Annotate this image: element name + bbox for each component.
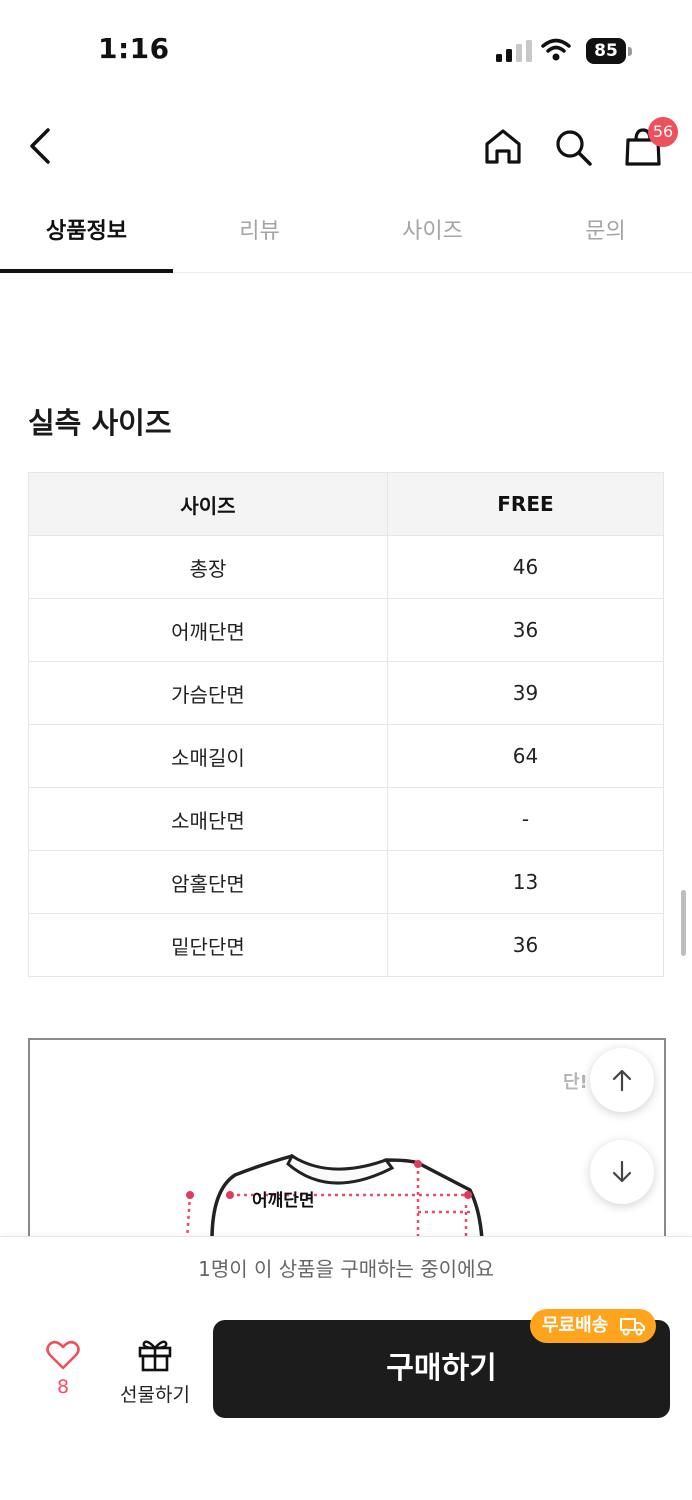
cellular-signal-icon [496,40,532,62]
back-icon[interactable] [26,126,56,166]
table-cell-measure: 어깨단면 [28,598,388,662]
table-cell-measure: 가슴단면 [28,661,388,725]
table-header-row: 사이즈 FREE [28,472,665,536]
table-row: 소매길이 64 [28,724,665,788]
free-shipping-label: 무료배송 [542,1315,609,1336]
tab-size[interactable]: 사이즈 [346,200,519,272]
table-row: 소매단면 - [28,787,665,851]
section-title: 실측 사이즈 [28,406,172,440]
table-cell-measure: 암홀단면 [28,850,388,914]
tab-reviews[interactable]: 리뷰 [173,200,346,272]
table-cell-measure: 소매단면 [28,787,388,851]
purchase-activity-banner: 1명이 이 상품을 구매하는 중이에요 [0,1236,692,1302]
table-cell-value: 46 [386,535,665,599]
truck-icon [620,1318,645,1336]
tab-product-info[interactable]: 상품정보 [0,200,173,273]
table-cell-value: 36 [386,598,665,662]
table-row: 총장 46 [28,535,665,599]
table-row: 밑단단면 36 [28,913,665,977]
cart-count-badge: 56 [648,117,678,147]
table-cell-value: 39 [386,661,665,725]
table-row: 가슴단면 39 [28,661,665,725]
table-cell-value: 36 [386,913,665,977]
table-header-cell: FREE [386,472,665,536]
gift-icon [138,1340,172,1372]
wifi-icon [541,38,571,61]
product-tabs: 상품정보 리뷰 사이즈 문의 [0,200,692,273]
battery-level: 85 [586,38,626,64]
heart-icon [46,1340,80,1370]
table-cell-measure: 밑단단면 [28,913,388,977]
status-time: 1:16 [98,32,170,65]
search-icon[interactable] [552,126,594,168]
tab-inquiry[interactable]: 문의 [519,200,692,272]
table-cell-value: 13 [386,850,665,914]
scroll-top-button[interactable] [590,1048,654,1112]
home-icon[interactable] [482,126,524,168]
arrow-up-icon [612,1069,632,1092]
scrollbar[interactable] [681,890,686,956]
size-table: 사이즈 FREE 총장 46 어깨단면 36 가슴단면 39 소매길이 64 소… [28,472,665,977]
arrow-down-icon [612,1160,632,1183]
table-cell-value: - [386,787,665,851]
table-header-cell: 사이즈 [28,472,388,536]
free-shipping-badge: 무료배송 [530,1309,656,1343]
table-row: 암홀단면 13 [28,850,665,914]
gift-label: 선물하기 [120,1384,190,1406]
table-cell-measure: 총장 [28,535,388,599]
like-count: 8 [56,1376,70,1398]
scroll-bottom-button[interactable] [590,1140,654,1204]
battery-icon: 85 [586,38,632,64]
table-cell-measure: 소매길이 [28,724,388,788]
table-cell-value: 64 [386,724,665,788]
shoulder-width-label: 어깨단면 [252,1191,315,1211]
gift-button[interactable]: 선물하기 [112,1338,198,1407]
table-row: 어깨단면 36 [28,598,665,662]
like-button[interactable]: 8 [40,1340,86,1398]
